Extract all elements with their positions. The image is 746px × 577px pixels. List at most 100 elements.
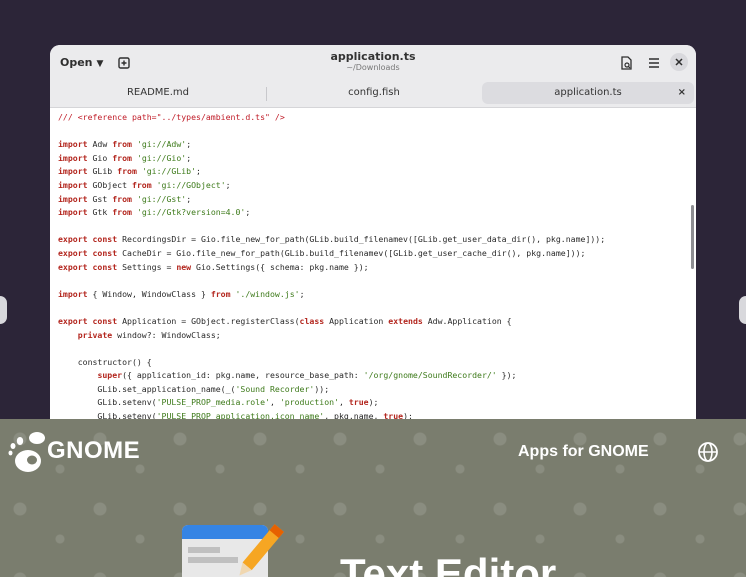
code-token: 'Sound Recorder' xyxy=(235,383,315,394)
scrollbar[interactable] xyxy=(691,205,694,269)
code-editor[interactable]: /// <reference path="../types/ambient.d.… xyxy=(50,107,696,435)
app-title: Text Editor xyxy=(340,550,557,577)
gnome-brand-text[interactable]: GNOME xyxy=(47,437,140,465)
text-editor-window: Open ▼ application.ts ~/Downloads README… xyxy=(50,45,696,435)
code-token: Application = GObject.registerClass( xyxy=(117,315,300,326)
code-line: import Gst from 'gi://Gst'; xyxy=(58,193,696,207)
window-subtitle: ~/Downloads xyxy=(346,63,400,72)
code-line: super({ application_id: pkg.name, resour… xyxy=(58,369,696,383)
code-token: Gtk xyxy=(87,207,113,218)
code-line: import GObject from 'gi://GObject'; xyxy=(58,179,696,193)
previous-screenshot-button[interactable] xyxy=(0,296,7,324)
code-line: import { Window, WindowClass } from './w… xyxy=(58,288,696,302)
next-screenshot-button[interactable] xyxy=(739,296,746,324)
code-token: import xyxy=(58,139,88,150)
code-token: export const xyxy=(58,315,118,326)
code-token: 'gi://Gtk?version=4.0' xyxy=(136,207,246,218)
code-token: export const xyxy=(58,234,118,245)
code-line: constructor() { xyxy=(58,356,696,370)
window-title-block: application.ts ~/Downloads xyxy=(50,50,696,73)
close-window-button[interactable] xyxy=(670,53,688,71)
code-line: private window?: WindowClass; xyxy=(58,329,696,343)
tab-readme[interactable]: README.md xyxy=(50,82,266,104)
code-token: ; xyxy=(225,179,231,190)
code-token: class xyxy=(299,315,325,326)
code-token: import xyxy=(58,152,88,163)
code-token: ; xyxy=(186,152,192,163)
code-token: from xyxy=(112,193,132,204)
code-token: Settings = xyxy=(117,261,177,272)
code-token: ; xyxy=(299,288,305,299)
code-token: ; xyxy=(186,139,192,150)
code-token: ; xyxy=(245,207,251,218)
code-token: ); xyxy=(368,397,379,408)
tab-close-icon[interactable]: × xyxy=(678,82,686,104)
code-token: '/org/gnome/SoundRecorder/' xyxy=(363,370,497,381)
code-token: RecordingsDir = Gio.file_new_for_path(GL… xyxy=(117,234,606,245)
code-token: ({ application_id: pkg.name, resource_ba… xyxy=(122,370,364,381)
document-properties-button[interactable] xyxy=(616,53,636,73)
code-token: private xyxy=(77,329,113,340)
code-line: export const Application = GObject.regis… xyxy=(58,315,696,329)
code-line: export const Settings = new Gio.Settings… xyxy=(58,261,696,275)
close-icon xyxy=(675,58,683,66)
code-token: ; xyxy=(196,166,201,177)
headerbar: Open ▼ application.ts ~/Downloads xyxy=(50,45,696,79)
code-token: Adw xyxy=(87,139,113,150)
tab-application[interactable]: application.ts × xyxy=(482,82,694,104)
gnome-apps-banner: GNOME Apps for GNOME Text Editor xyxy=(0,419,746,577)
code-token: GLib xyxy=(87,166,118,177)
code-line: GLib.setenv('PULSE_PROP_media.role', 'pr… xyxy=(58,396,696,410)
tab-bar: README.md config.fish application.ts × xyxy=(50,79,696,108)
code-line: /// <reference path="../types/ambient.d.… xyxy=(58,111,696,125)
code-token: from xyxy=(112,152,132,163)
code-token: import xyxy=(58,207,88,218)
code-token: from xyxy=(131,179,152,190)
code-token: 'PULSE_PROP_media.role' xyxy=(156,397,270,408)
code-line: import GLib from 'gi://GLib'; xyxy=(58,165,696,179)
text-editor-app-icon xyxy=(182,524,284,577)
code-token: window?: WindowClass; xyxy=(112,329,221,340)
code-token: extends xyxy=(388,315,423,326)
main-menu-button[interactable] xyxy=(644,53,664,73)
hamburger-menu-icon xyxy=(649,58,659,68)
code-token: 'gi://Adw' xyxy=(136,139,187,150)
tab-label: config.fish xyxy=(348,87,400,98)
code-token: super xyxy=(97,370,123,381)
code-token: 'gi://Gio' xyxy=(136,152,187,163)
globe-icon[interactable] xyxy=(697,441,719,463)
code-token: , xyxy=(338,397,349,408)
code-line: import Gio from 'gi://Gio'; xyxy=(58,152,696,166)
code-token: from xyxy=(112,207,132,218)
apps-for-gnome-link[interactable]: Apps for GNOME xyxy=(518,443,649,461)
code-token: 'production' xyxy=(279,397,339,408)
code-token: from xyxy=(117,166,137,177)
code-token: Gio.Settings({ schema: pkg.name }); xyxy=(191,261,369,272)
code-token: export const xyxy=(58,247,118,258)
code-line: import Adw from 'gi://Adw'; xyxy=(58,138,696,152)
code-token: Gio xyxy=(87,152,113,163)
code-token: CacheDir = Gio.file_new_for_path(GLib.bu… xyxy=(117,247,586,258)
code-token: , xyxy=(269,397,280,408)
code-token: './window.js' xyxy=(235,288,300,299)
code-token: /// <reference path="../types/ambient.d.… xyxy=(58,112,285,122)
code-token: Adw.Application { xyxy=(422,315,512,326)
code-line: import Gtk from 'gi://Gtk?version=4.0'; xyxy=(58,206,696,220)
code-token: import xyxy=(58,179,88,190)
code-token: GLib.set_application_name(_( xyxy=(58,383,236,394)
tab-label: application.ts xyxy=(554,87,622,98)
code-token: constructor() { xyxy=(58,356,152,367)
tab-config[interactable]: config.fish xyxy=(266,82,482,104)
code-token: import xyxy=(58,288,88,299)
code-token: from xyxy=(112,139,132,150)
code-token: Application xyxy=(324,315,389,326)
gnome-foot-icon[interactable] xyxy=(8,431,48,475)
code-token: GLib.setenv( xyxy=(58,397,157,408)
code-line: export const CacheDir = Gio.file_new_for… xyxy=(58,247,696,261)
